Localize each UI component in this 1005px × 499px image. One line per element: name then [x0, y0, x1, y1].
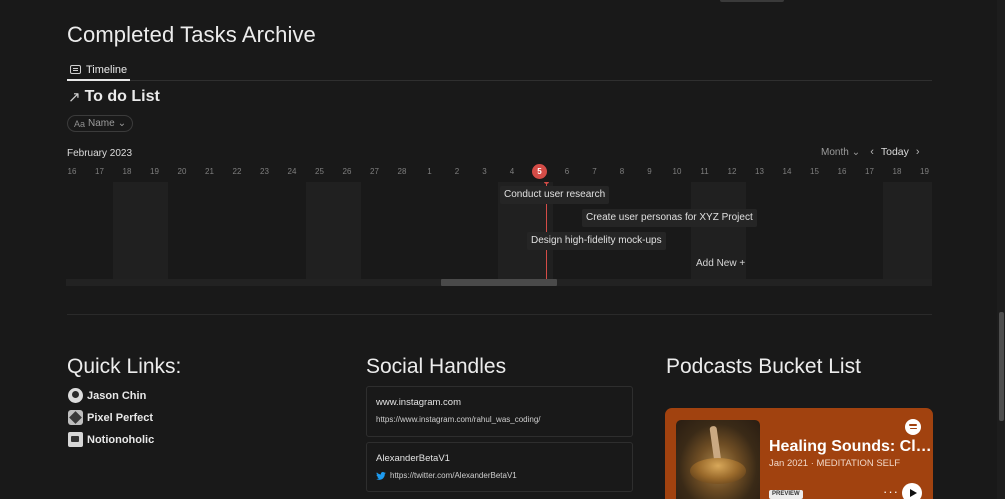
timeline-day-label: 28 — [397, 167, 407, 176]
today-button[interactable]: Today — [881, 146, 909, 158]
timeline-day-label: 12 — [727, 167, 737, 176]
timeline-day-label: 8 — [619, 167, 625, 176]
page-title: Completed Tasks Archive — [67, 22, 316, 47]
timeline-day-label: 5 — [526, 164, 554, 179]
podcast-name[interactable]: Healing Sounds: Cl… — [769, 438, 932, 456]
quick-link-label: Notionoholic — [87, 433, 155, 446]
quick-link-pixel-perfect[interactable]: Pixel Perfect — [68, 410, 153, 425]
timeline-day-label: 10 — [672, 167, 682, 176]
podcast-meta: Jan 2021 · MEDITATION SELF — [769, 458, 901, 469]
timeline-days-row: 16 17 18 19 20 21 22 23 24 25 26 27 28 1 2 3 4 5 6 7 8 9 10 11 1… — [58, 164, 938, 179]
timeline-day-label: 2 — [454, 167, 460, 176]
timeline-day-label: 18 — [892, 167, 902, 176]
timeline-day-label: 27 — [370, 167, 379, 176]
timeline-task[interactable]: Design high-fidelity mock-ups — [527, 232, 666, 250]
spotify-podcast-embed[interactable]: Healing Sounds: Cl… Jan 2021 · MEDITATIO… — [665, 408, 933, 499]
database-title[interactable]: ↗ To do List — [68, 88, 160, 106]
database-title-label: To do List — [84, 88, 160, 105]
timeline-body[interactable]: Conduct user research Create user person… — [66, 182, 932, 279]
quick-links-heading: Quick Links: — [67, 355, 182, 378]
next-arrow-icon[interactable]: › — [916, 146, 920, 158]
timeline-day-label: 4 — [509, 167, 515, 176]
preview-badge: PREVIEW — [769, 490, 803, 499]
timeline-day-label: 19 — [150, 167, 159, 176]
timeline-day-label: 16 — [837, 167, 847, 176]
section-divider — [67, 314, 932, 315]
top-sliver — [720, 0, 784, 2]
bookmark-url: https://www.instagram.com/rahul_was_codi… — [376, 415, 623, 424]
more-options-icon[interactable]: ··· — [883, 484, 899, 499]
timeline-day-label: 7 — [592, 167, 597, 176]
timeline-day-label: 17 — [95, 167, 104, 176]
timeline-day-label: 25 — [315, 167, 324, 176]
timeline-day-label: 6 — [564, 167, 570, 176]
today-indicator: 5 — [532, 164, 547, 179]
timeline-day-label: 21 — [205, 167, 214, 176]
social-handles-heading: Social Handles — [366, 355, 507, 378]
name-filter-pill[interactable]: Aa Name ⌄ — [67, 115, 134, 132]
bookmark-title: www.instagram.com — [376, 397, 461, 408]
quick-link-notionoholic[interactable]: Notionoholic — [68, 432, 154, 447]
bookmark-twitter[interactable]: AlexanderBetaV1 https://twitter.com/Alex… — [366, 442, 633, 492]
bookmark-url-text: https://twitter.com/AlexanderBetaV1 — [390, 471, 517, 480]
scrollbar-thumb[interactable] — [999, 312, 1004, 421]
timeline-horizontal-scrollbar[interactable] — [66, 279, 932, 286]
pixel-perfect-icon — [68, 410, 83, 425]
quick-link-label: Jason Chin — [87, 389, 147, 402]
bookmark-url-text: https://www.instagram.com/rahul_was_codi… — [376, 415, 541, 424]
timeline-day-label: 22 — [232, 167, 242, 176]
timeline-day-label: 23 — [260, 167, 269, 176]
tab-label: Timeline — [86, 63, 128, 76]
timeline-day-label: 15 — [810, 167, 819, 176]
bookmark-title: AlexanderBetaV1 — [376, 453, 450, 464]
timeline-day-label: 11 — [700, 167, 709, 176]
bookmark-instagram[interactable]: www.instagram.com https://www.instagram.… — [366, 386, 633, 437]
page-vertical-scrollbar[interactable] — [997, 0, 1005, 499]
timeline-day-label: 3 — [482, 167, 487, 176]
chevron-down-icon: ⌄ — [117, 118, 127, 129]
timeline-day-label: 13 — [755, 167, 764, 176]
weekend-shade — [883, 182, 932, 279]
scrollbar-thumb[interactable] — [441, 279, 557, 286]
timeline-task[interactable]: Conduct user research — [500, 186, 610, 204]
timeline-controls: Month ⌄ ‹ Today › — [821, 146, 920, 158]
notionoholic-icon — [68, 432, 83, 447]
timeline-day-label: 9 — [647, 167, 652, 176]
timeline-day-label: 19 — [920, 167, 929, 176]
avatar-icon — [68, 388, 83, 403]
tab-timeline[interactable]: Timeline — [67, 60, 131, 81]
bookmark-url: https://twitter.com/AlexanderBetaV1 — [376, 471, 623, 480]
timeline-day-label: 14 — [782, 167, 792, 176]
podcasts-heading: Podcasts Bucket List — [666, 355, 861, 378]
timeline-day-label: 26 — [342, 167, 352, 176]
filter-label: Name — [88, 118, 115, 129]
twitter-icon — [376, 471, 386, 480]
timeline-icon — [70, 65, 81, 74]
timeline-day-label: 20 — [177, 167, 187, 176]
timeline-day-label: 18 — [122, 167, 132, 176]
north-east-arrow-icon: ↗ — [68, 89, 81, 106]
quick-link-label: Pixel Perfect — [87, 411, 154, 424]
quick-link-jason-chin[interactable]: Jason Chin — [68, 388, 146, 403]
add-new-button[interactable]: Add New + — [696, 255, 745, 273]
weekend-shade — [113, 182, 168, 279]
timeline-task[interactable]: Create user personas for XYZ Project — [582, 209, 757, 227]
previous-arrow-icon[interactable]: ‹ — [870, 146, 874, 158]
chevron-down-icon: ⌄ — [851, 146, 861, 158]
weekend-shade — [306, 182, 361, 279]
spotify-icon[interactable] — [905, 419, 921, 435]
scale-label: Month — [821, 146, 849, 158]
timeline-month-label: February 2023 — [67, 148, 133, 159]
play-button[interactable] — [902, 483, 922, 499]
view-tabs: Timeline — [67, 57, 932, 81]
timeline-day-label: 16 — [67, 167, 77, 176]
scale-select[interactable]: Month ⌄ — [821, 147, 860, 158]
podcast-cover-art — [676, 420, 760, 499]
singing-bowl-shape — [690, 458, 746, 484]
text-property-icon: Aa — [74, 118, 86, 129]
timeline-day-label: 1 — [427, 167, 432, 176]
timeline-day-label: 17 — [865, 167, 874, 176]
timeline-day-label: 24 — [287, 167, 297, 176]
